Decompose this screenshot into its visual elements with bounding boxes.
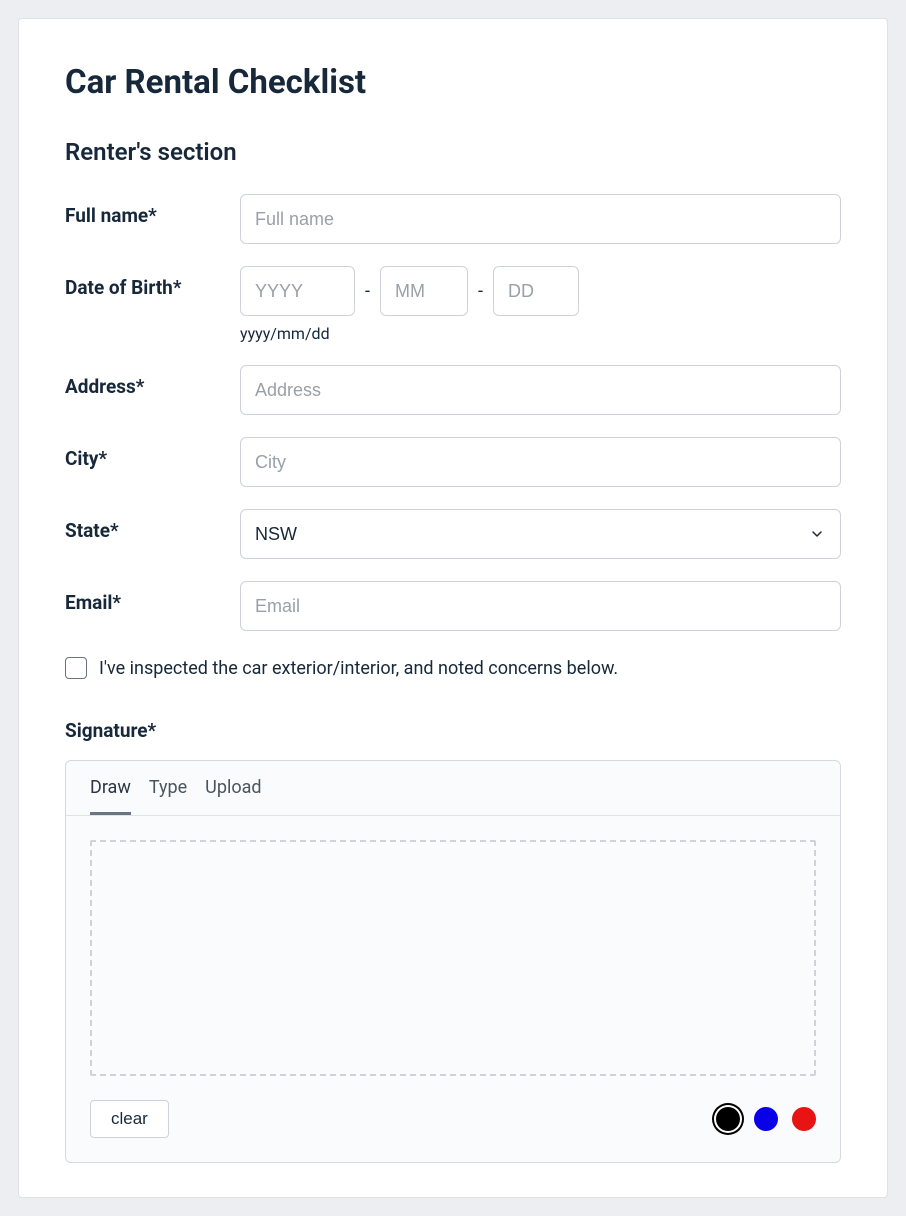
signature-panel: Draw Type Upload clear — [65, 760, 841, 1163]
state-label: State* — [65, 509, 240, 542]
color-red[interactable] — [792, 1107, 816, 1131]
field-email: Email* — [65, 581, 841, 631]
address-label: Address* — [65, 365, 240, 398]
signature-colors — [716, 1107, 816, 1131]
field-state: State* NSW — [65, 509, 841, 559]
signature-canvas[interactable] — [90, 840, 816, 1076]
clear-button[interactable]: clear — [90, 1100, 169, 1138]
color-blue[interactable] — [754, 1107, 778, 1131]
tab-upload[interactable]: Upload — [205, 777, 261, 815]
dob-separator-2: - — [478, 281, 483, 302]
field-address: Address* — [65, 365, 841, 415]
full-name-label: Full name* — [65, 194, 240, 227]
inspected-row: I've inspected the car exterior/interior… — [65, 657, 841, 679]
field-city: City* — [65, 437, 841, 487]
city-label: City* — [65, 437, 240, 470]
city-input[interactable] — [240, 437, 841, 487]
page-title: Car Rental Checklist — [65, 63, 841, 102]
address-input[interactable] — [240, 365, 841, 415]
dob-label: Date of Birth* — [65, 266, 240, 299]
dob-hint: yyyy/mm/dd — [240, 324, 841, 343]
signature-tabs: Draw Type Upload — [66, 761, 840, 816]
dob-year-input[interactable] — [240, 266, 355, 316]
tab-type[interactable]: Type — [149, 777, 187, 815]
signature-label: Signature* — [65, 719, 841, 742]
section-title: Renter's section — [65, 138, 841, 166]
dob-day-input[interactable] — [493, 266, 579, 316]
tab-draw[interactable]: Draw — [90, 777, 131, 815]
email-label: Email* — [65, 581, 240, 614]
state-select[interactable]: NSW — [240, 509, 841, 559]
full-name-input[interactable] — [240, 194, 841, 244]
dob-separator-1: - — [365, 281, 370, 302]
inspected-label: I've inspected the car exterior/interior… — [99, 658, 618, 679]
form-card: Car Rental Checklist Renter's section Fu… — [18, 18, 888, 1198]
field-full-name: Full name* — [65, 194, 841, 244]
email-input[interactable] — [240, 581, 841, 631]
dob-month-input[interactable] — [380, 266, 468, 316]
inspected-checkbox[interactable] — [65, 657, 87, 679]
field-dob: Date of Birth* - - yyyy/mm/dd — [65, 266, 841, 343]
color-black[interactable] — [716, 1107, 740, 1131]
